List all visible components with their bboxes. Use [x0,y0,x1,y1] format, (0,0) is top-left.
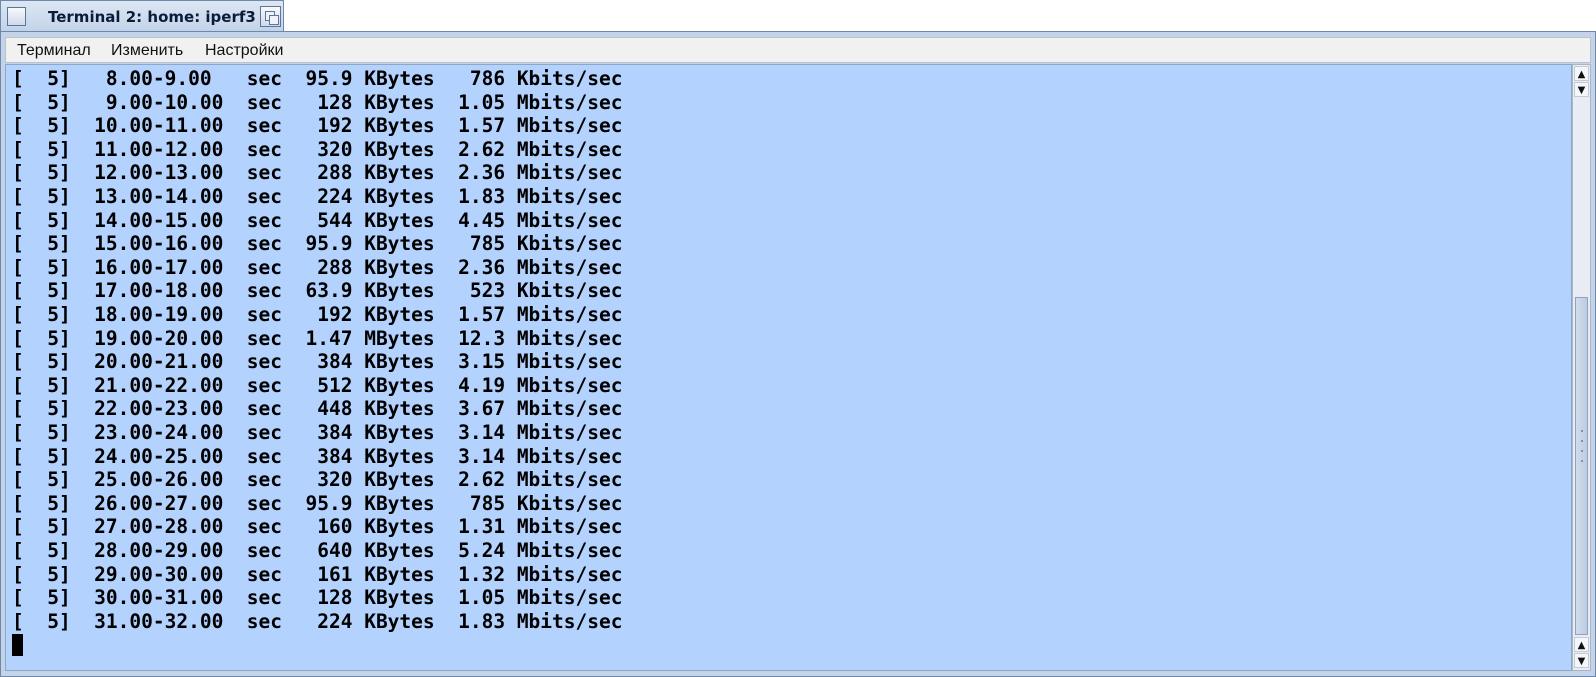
scrollbar-thumb[interactable] [1575,297,1588,635]
terminal-output[interactable]: [ 5] 8.00-9.00 sec 95.9 KBytes 786 Kbits… [5,64,1572,671]
terminal-line: [ 5] 8.00-9.00 sec 95.9 KBytes 786 Kbits… [12,67,623,90]
terminal-line: [ 5] 27.00-28.00 sec 160 KBytes 1.31 Mbi… [12,515,623,539]
window-title: Terminal 2: home: iperf3 [48,8,256,26]
terminal-line: [ 5] 19.00-20.00 sec 1.47 MBytes 12.3 Mb… [12,326,623,350]
terminal-line: [ 5] 22.00-23.00 sec 448 KBytes 3.67 Mbi… [12,397,623,421]
menu-edit[interactable]: Изменить [111,42,183,60]
terminal-line: [ 5] 24.00-25.00 sec 384 KBytes 3.14 Mbi… [12,444,623,468]
terminal-line: [ 5] 13.00-14.00 sec 224 KBytes 1.83 Mbi… [12,185,623,208]
terminal-line: [ 5] 14.00-15.00 sec 544 KBytes 4.45 Mbi… [12,208,623,232]
terminal-line: [ 5] 21.00-22.00 sec 512 KBytes 4.19 Mbi… [12,373,623,397]
terminal-line: [ 5] 9.00-10.00 sec 128 KBytes 1.05 Mbit… [12,90,623,114]
terminal-line: [ 5] 15.00-16.00 sec 95.9 KBytes 785 Kbi… [12,232,623,256]
terminal-line: [ 5] 20.00-21.00 sec 384 KBytes 3.15 Mbi… [12,350,623,374]
window-menu-button[interactable] [7,7,26,26]
menu-terminal[interactable]: Терминал [17,42,91,60]
scroll-up-icon[interactable]: ▲ [1574,66,1589,81]
scroll-up-bottom-icon[interactable]: ▲ [1574,637,1589,652]
terminal-line: [ 5] 30.00-31.00 sec 128 KBytes 1.05 Mbi… [12,586,623,610]
terminal-line: [ 5] 23.00-24.00 sec 384 KBytes 3.14 Mbi… [12,421,623,444]
terminal-line: [ 5] 25.00-26.00 sec 320 KBytes 2.62 Mbi… [12,468,623,492]
vertical-scrollbar[interactable]: ▲ ▼ ▲ ▼ [1572,64,1591,671]
scroll-down-bottom-icon[interactable]: ▼ [1574,653,1589,668]
window-titlebar[interactable]: Terminal 2: home: iperf3 [0,0,284,31]
terminal-line: [ 5] 26.00-27.00 sec 95.9 KBytes 785 Kbi… [12,491,623,515]
terminal-line: [ 5] 10.00-11.00 sec 192 KBytes 1.57 Mbi… [12,114,623,138]
maximize-icon[interactable] [260,6,281,27]
terminal-line: [ 5] 31.00-32.00 sec 224 KBytes 1.83 Mbi… [12,609,623,633]
terminal-line: [ 5] 16.00-17.00 sec 288 KBytes 2.36 Mbi… [12,255,623,279]
terminal-line: [ 5] 17.00-18.00 sec 63.9 KBytes 523 Kbi… [12,279,623,303]
terminal-line: [ 5] 28.00-29.00 sec 640 KBytes 5.24 Mbi… [12,539,623,562]
scroll-down-icon[interactable]: ▼ [1574,82,1589,97]
terminal-line: [ 5] 12.00-13.00 sec 288 KBytes 2.36 Mbi… [12,161,623,185]
menu-bar: Терминал Изменить Настройки [5,37,1591,63]
terminal-line: [ 5] 18.00-19.00 sec 192 KBytes 1.57 Mbi… [12,303,623,326]
terminal-line: [ 5] 29.00-30.00 sec 161 KBytes 1.32 Mbi… [12,562,623,586]
terminal-line: [ 5] 11.00-12.00 sec 320 KBytes 2.62 Mbi… [12,137,623,161]
menu-settings[interactable]: Настройки [205,42,283,60]
text-cursor [12,634,23,656]
